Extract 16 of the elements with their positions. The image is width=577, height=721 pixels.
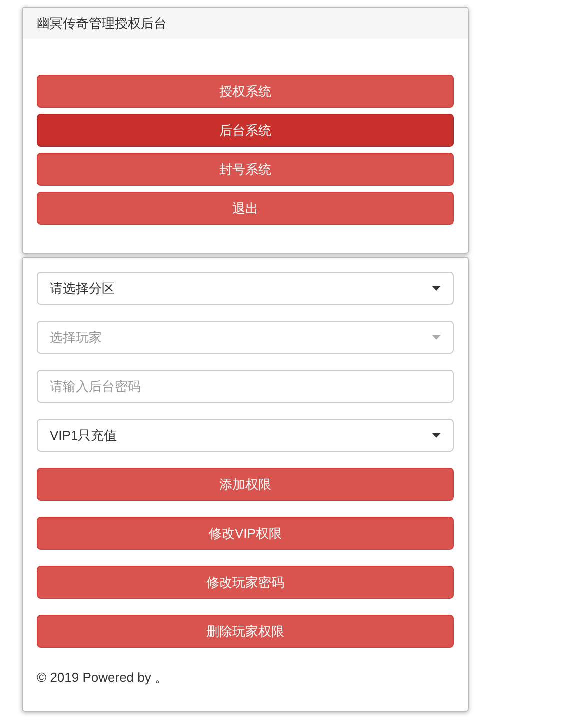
nav-button[interactable]: 后台系统	[37, 114, 454, 147]
action-button[interactable]: 删除玩家权限	[37, 615, 454, 648]
nav-button[interactable]: 封号系统	[37, 153, 454, 186]
action-button[interactable]: 添加权限	[37, 468, 454, 501]
panel-title: 幽冥传奇管理授权后台	[37, 14, 167, 33]
nav-button[interactable]: 退出	[37, 192, 454, 225]
password-field[interactable]: 请输入后台密码	[37, 370, 454, 403]
dropdown-select[interactable]: 请选择分区	[37, 272, 454, 305]
dropdown-caret-icon	[432, 286, 441, 291]
nav-button[interactable]: 授权系统	[37, 75, 454, 108]
footer-text: © 2019 Powered by 。	[37, 669, 169, 687]
action-button[interactable]: 修改玩家密码	[37, 566, 454, 599]
dropdown-caret-icon	[432, 335, 441, 340]
dropdown-select[interactable]: VIP1只充值	[37, 419, 454, 452]
action-button[interactable]: 修改VIP权限	[37, 517, 454, 550]
dropdown-caret-icon	[432, 433, 441, 438]
